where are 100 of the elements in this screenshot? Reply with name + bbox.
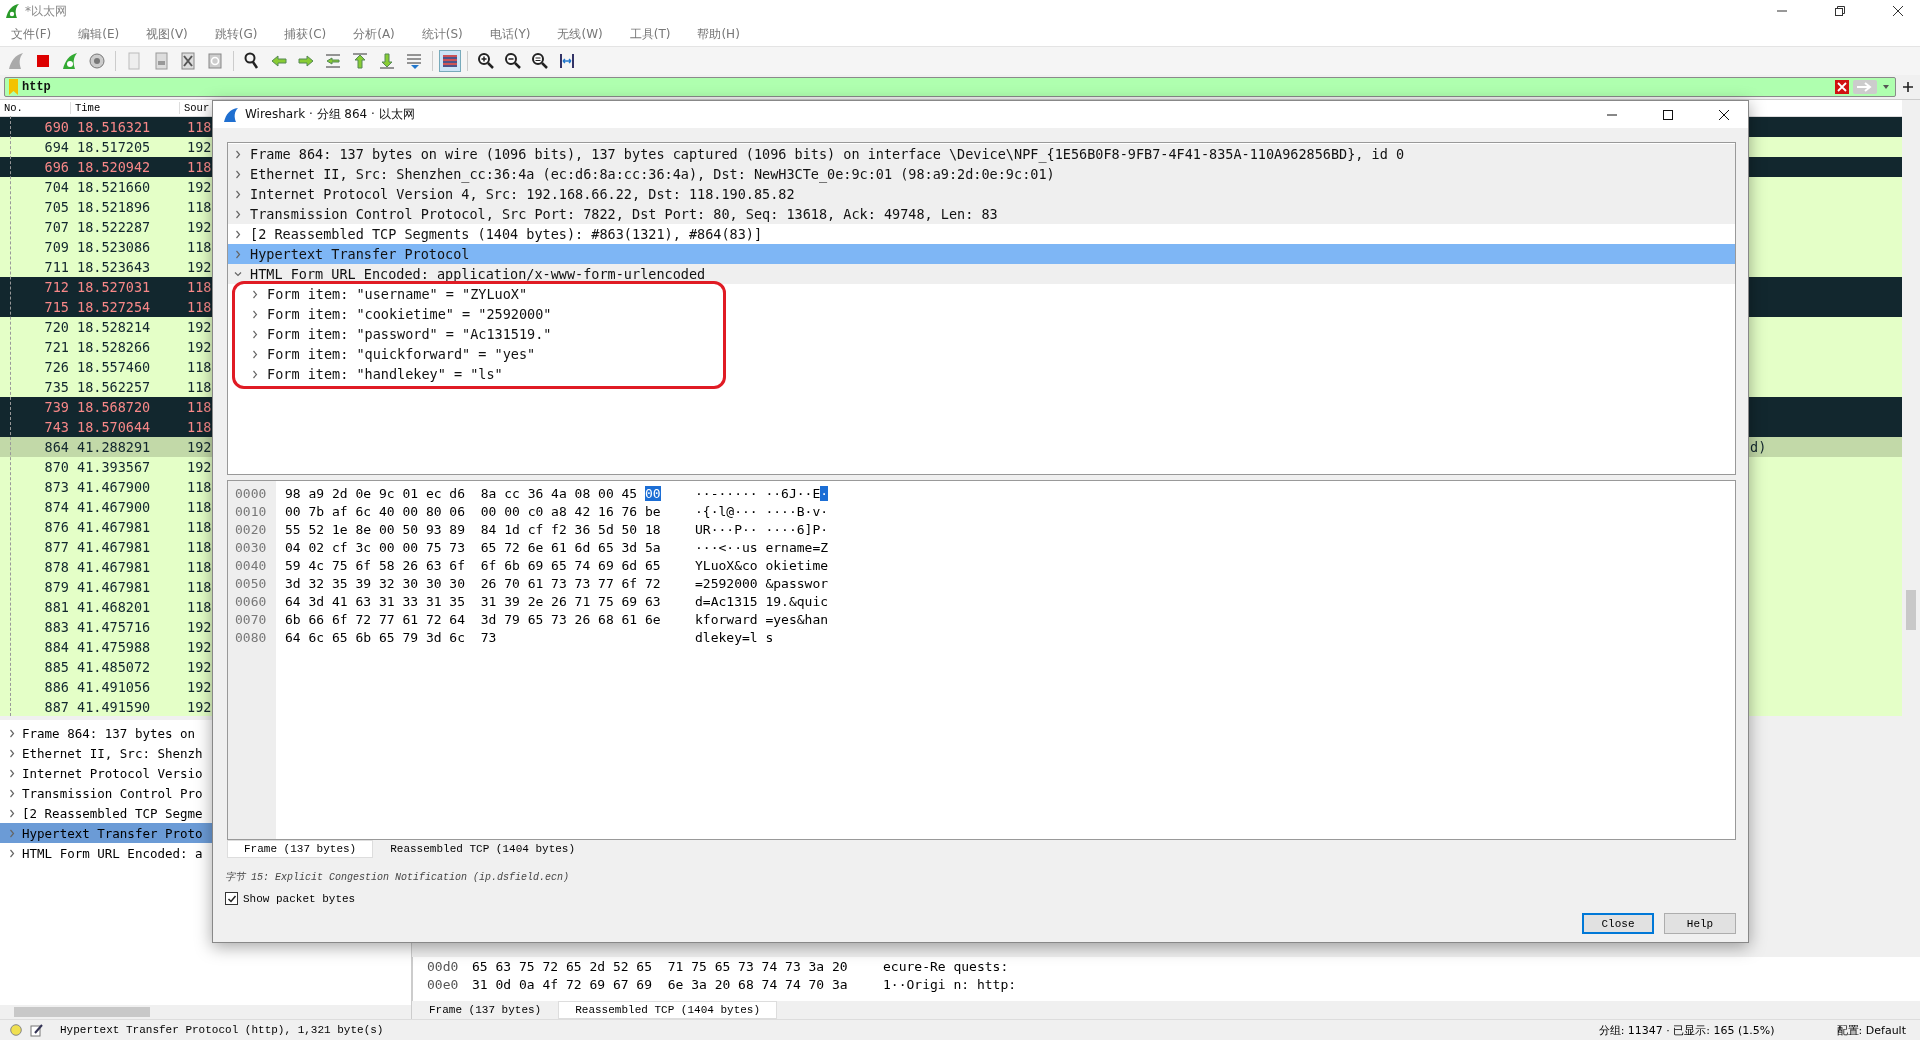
byte-offset: 00e0 <box>427 976 460 992</box>
tree-row[interactable]: Form item: "cookietime" = "2592000" <box>228 304 1735 324</box>
chevron-right-icon[interactable] <box>234 189 242 199</box>
tree-row[interactable]: Frame 864: 137 bytes on <box>0 723 411 743</box>
byte-offset: 0030 <box>234 539 268 555</box>
chevron-right-icon[interactable] <box>251 309 259 319</box>
hex-bytes: 64 3d 41 63 31 33 31 35 31 39 2e 26 71 75 69 63 <box>285 593 662 609</box>
show-packet-bytes-checkbox[interactable]: Show packet bytes <box>225 892 1748 905</box>
status-text: Hypertext Transfer Protocol (http), 1,321 byte(s) <box>60 1024 385 1036</box>
tree-row[interactable]: Form item: "quickforward" = "yes" <box>228 344 1735 364</box>
menu-item[interactable]: 帮助(H) <box>690 25 747 43</box>
ascii-bytes: dlekey=l s <box>695 629 774 645</box>
dialog-button[interactable]: Close <box>1582 913 1654 934</box>
chevron-right-icon[interactable] <box>234 249 242 259</box>
tree-row[interactable]: Ethernet II, Src: Shenzhen_cc:36:4a (ec:d6:8a:cc:36:4a), Dst: NewH3CTe_0e:9c:01 (98:a9:2d:0e:9c:01) <box>228 164 1735 184</box>
settings-icon[interactable] <box>87 51 107 71</box>
dialog-button[interactable]: Help <box>1664 913 1736 934</box>
menu-item[interactable]: 捕获(C) <box>277 25 334 43</box>
checkmark-icon <box>226 893 237 904</box>
dialog-title: Wireshark · 分组 864 · 以太网 <box>245 106 415 123</box>
tree-row[interactable]: Transmission Control Pro <box>0 783 411 803</box>
restore-icon[interactable] <box>1834 5 1846 17</box>
close-icon[interactable] <box>1892 5 1904 17</box>
chevron-right-icon[interactable] <box>8 728 16 738</box>
tab[interactable]: Reassembled TCP (1404 bytes) <box>373 840 593 858</box>
menu-item[interactable]: 跳转(G) <box>207 25 265 43</box>
chevron-right-icon[interactable] <box>8 768 16 778</box>
menu-item[interactable]: 视图(V) <box>139 25 195 43</box>
byte-offset: 0010 <box>234 503 268 519</box>
colorize-button[interactable] <box>439 50 461 72</box>
scrollbar[interactable] <box>0 1005 411 1019</box>
tree-row[interactable]: Hypertext Transfer Protocol <box>228 244 1735 264</box>
hex-bytes: 59 4c 75 6f 58 26 63 6f 6f 6b 69 65 74 69 6d 65 <box>285 557 662 573</box>
chevron-right-icon[interactable] <box>8 848 16 858</box>
chevron-right-icon[interactable] <box>234 169 242 179</box>
window-title: *以太网 <box>25 2 67 20</box>
profile-label[interactable]: 配置: Default <box>1836 1022 1906 1038</box>
fin-icon <box>223 106 239 123</box>
tab[interactable]: Frame (137 bytes) <box>412 1001 559 1019</box>
tree-row[interactable]: Ethernet II, Src: Shenzh <box>0 743 411 763</box>
down-arrow-icon[interactable] <box>377 51 397 71</box>
add-icon[interactable] <box>1902 81 1914 93</box>
tab[interactable]: Reassembled TCP (1404 bytes) <box>558 1001 778 1019</box>
status-indicator-icon[interactable] <box>10 1024 22 1036</box>
go-to-icon[interactable] <box>323 51 343 71</box>
chevron-right-icon[interactable] <box>234 209 242 219</box>
menu-item[interactable]: 工具(T) <box>622 25 678 43</box>
tree-row[interactable]: HTML Form URL Encoded: application/x-www-form-urlencoded <box>228 264 1735 284</box>
close-icon[interactable] <box>1718 108 1730 121</box>
tree-row[interactable]: [2 Reassembled TCP Segme <box>0 803 411 823</box>
byte-offset: 0060 <box>234 593 268 609</box>
resize-columns-icon[interactable] <box>557 51 577 71</box>
column-header[interactable]: No. <box>0 102 71 114</box>
tree-row[interactable]: [2 Reassembled TCP Segments (1404 bytes): #863(1321), #864(83)] <box>228 224 1735 244</box>
chevron-down-icon[interactable] <box>234 269 242 279</box>
menu-item[interactable]: 电话(Y) <box>482 25 538 43</box>
menu-item[interactable]: 文件(F) <box>4 25 59 43</box>
menu-item[interactable]: 分析(A) <box>346 25 402 43</box>
hex-bytes: 64 6c 65 6b 65 79 3d 6c 73 <box>285 629 498 645</box>
zoom-reset-icon[interactable] <box>530 51 550 71</box>
chevron-right-icon[interactable] <box>251 349 259 359</box>
byte-offset: 0020 <box>234 521 268 537</box>
chevron-right-icon[interactable] <box>251 329 259 339</box>
ascii-bytes: d=Ac1315 19.&quic <box>695 593 829 609</box>
scrollbar[interactable] <box>1902 100 1920 716</box>
menu-item[interactable]: 无线(W) <box>550 25 610 43</box>
zoom-in-icon[interactable] <box>476 51 496 71</box>
hex-bytes: 00 7b af 6c 40 00 80 06 00 00 c0 a8 42 16 76 be <box>285 503 662 519</box>
tree-row[interactable]: Form item: "password" = "Ac131519." <box>228 324 1735 344</box>
maximize-icon[interactable] <box>1662 108 1674 121</box>
tree-row[interactable]: Transmission Control Protocol, Src Port: 7822, Dst Port: 80, Seq: 13618, Ack: 49748, Len: 83 <box>228 204 1735 224</box>
ascii-bytes: 1··Origi n: http: <box>883 976 1017 992</box>
restart-icon[interactable] <box>60 51 80 71</box>
tree-row[interactable]: Internet Protocol Versio <box>0 763 411 783</box>
chevron-right-icon[interactable] <box>8 748 16 758</box>
tree-row[interactable]: Form item: "username" = "ZYLuoX" <box>228 284 1735 304</box>
tree-row[interactable]: Internet Protocol Version 4, Src: 192.168.66.22, Dst: 118.190.85.82 <box>228 184 1735 204</box>
tab[interactable]: Frame (137 bytes) <box>227 840 374 858</box>
close-file-icon[interactable] <box>178 51 198 71</box>
menu-item[interactable]: 编辑(E) <box>71 25 127 43</box>
byte-offset: 00d0 <box>427 958 460 974</box>
display-filter-field[interactable]: http <box>4 77 1896 97</box>
menu-item[interactable]: 统计(S) <box>414 25 470 43</box>
autoscroll-icon[interactable] <box>404 51 424 71</box>
tree-row[interactable]: Frame 864: 137 bytes on wire (1096 bits), 137 bytes captured (1096 bits) on interface \Device\NPF_{1E56B0F8-9FB7-4F41-835A-110A962856BD}, id 0 <box>228 144 1735 164</box>
hex-bytes: 3d 32 35 39 32 30 30 30 26 70 61 73 73 77 6f 72 <box>285 575 662 591</box>
tree-row[interactable]: Form item: "handlekey" = "ls" <box>228 364 1735 384</box>
chevron-right-icon[interactable] <box>8 788 16 798</box>
chevron-right-icon[interactable] <box>234 149 242 159</box>
chevron-right-icon[interactable] <box>8 808 16 818</box>
chevron-right-icon[interactable] <box>251 369 259 379</box>
chevron-right-icon[interactable] <box>234 229 242 239</box>
fin-icon <box>4 3 20 19</box>
chevron-right-icon[interactable] <box>251 289 259 299</box>
clear-icon[interactable] <box>1835 80 1849 94</box>
ascii-bytes: ··-····· ··6J··E· <box>695 485 829 501</box>
zoom-out-icon[interactable] <box>503 51 523 71</box>
edit-icon[interactable] <box>30 1023 44 1037</box>
column-header[interactable]: Time <box>71 102 180 114</box>
up-arrow-icon[interactable] <box>350 51 370 71</box>
